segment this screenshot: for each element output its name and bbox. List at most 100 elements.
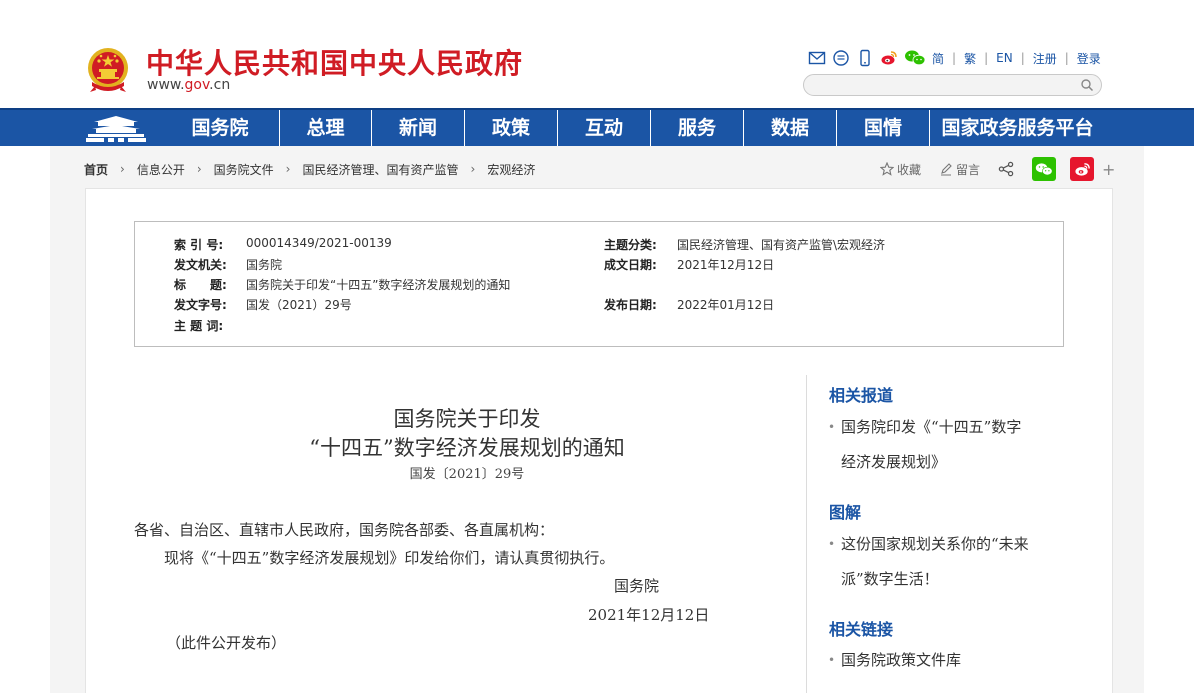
toolbar-separator: | (984, 51, 989, 65)
toolbar-separator: | (1064, 51, 1069, 65)
related-report-line2: 经济发展规划》 (841, 453, 947, 471)
breadcrumb-chevron-icon: › (285, 162, 291, 176)
register-link[interactable]: 注册 (1033, 50, 1057, 67)
article-doc-number: 国发〔2021〕29号 (409, 467, 525, 482)
nav-item-premier[interactable]: 总理 (279, 110, 371, 146)
site-title[interactable]: 中华人民共和国中央人民政府 (146, 42, 523, 82)
meta-title-value: 国务院关于印发“十四五”数字经济发展规划的通知 (246, 278, 511, 292)
site-url-gov: gov (184, 77, 210, 93)
graphic-link[interactable]: • 这份国家规划关系你的“未来 派”数字生活！ (828, 527, 1068, 597)
share-icon (998, 161, 1014, 177)
bullet-icon: • (828, 537, 836, 551)
toolbar-separator: | (952, 51, 957, 65)
meta-keywords-label: 主 题 词: (174, 319, 224, 333)
sidebar-divider (806, 375, 807, 693)
more-share-icon[interactable]: + (1102, 160, 1115, 179)
favorite-label: 收藏 (897, 162, 922, 177)
meta-index-label: 索 引 号: (174, 238, 224, 252)
bullet-icon: • (828, 420, 836, 434)
article-title-line2: “十四五”数字经济发展规划的通知 (309, 436, 625, 460)
search-box (803, 74, 1102, 96)
meta-date-written-value: 2021年12月12日 (677, 258, 775, 272)
pencil-icon (941, 163, 952, 176)
breadcrumb-chevron-icon: › (470, 162, 476, 176)
meta-issuer-label: 发文机关: (174, 258, 227, 272)
star-icon (880, 162, 894, 176)
graphic-heading: 图解 (829, 503, 862, 522)
comment-label: 留言 (956, 162, 981, 177)
top-toolbar: 简 | 繁 | EN | 注册 | 登录 (808, 48, 1101, 68)
weibo-icon[interactable] (880, 49, 898, 67)
article-signature: 国务院 (614, 577, 660, 595)
nav-item-data[interactable]: 数据 (743, 110, 836, 146)
article-title-line1: 国务院关于印发 (393, 407, 541, 431)
article-body: 现将《“十四五”数字经济发展规划》印发给你们，请认真贯彻执行。 (164, 549, 615, 567)
bullet-icon: • (828, 653, 836, 667)
wechat-icon[interactable] (904, 49, 926, 67)
document-meta-table: 索 引 号: 000014349/2021-00139 主题分类: 国民经济管理… (134, 221, 1064, 347)
mobile-icon[interactable] (856, 49, 874, 67)
breadcrumb: 首页 › 信息公开 › 国务院文件 › 国民经济管理、国有资产监管 › 宏观经济 (84, 160, 535, 178)
article-recipients: 各省、自治区、直辖市人民政府，国务院各部委、各直属机构： (134, 521, 555, 539)
related-reports-heading: 相关报道 (829, 386, 894, 405)
weibo-icon (1074, 162, 1090, 176)
breadcrumb-macro-economy[interactable]: 宏观经济 (487, 161, 535, 178)
share-button[interactable] (998, 161, 1014, 177)
lang-simplified-link[interactable]: 简 (932, 50, 944, 67)
breadcrumb-info-disclosure[interactable]: 信息公开 (137, 161, 185, 178)
favorite-button[interactable]: 收藏 (880, 161, 921, 178)
share-toolbar: 收藏 留言 + (880, 157, 1115, 181)
meta-issuer-value: 国务院 (246, 258, 283, 272)
meta-title-label: 标 题: (174, 278, 227, 292)
main-nav: 国务院 总理 新闻 政策 互动 服务 数据 国情 国家政务服务平台 (0, 108, 1194, 146)
site-url-suffix: .cn (209, 77, 231, 93)
wechat-icon (1035, 162, 1053, 175)
lang-traditional-link[interactable]: 繁 (964, 50, 976, 67)
meta-docno-label: 发文字号: (174, 298, 227, 312)
nav-item-state-council[interactable]: 国务院 (161, 110, 279, 146)
lang-english-link[interactable]: EN (996, 51, 1013, 65)
nav-item-policy[interactable]: 政策 (464, 110, 557, 146)
nav-items: 国务院 总理 新闻 政策 互动 服务 数据 国情 国家政务服务平台 (161, 110, 1105, 146)
nav-item-national-info[interactable]: 国情 (836, 110, 929, 146)
breadcrumb-home[interactable]: 首页 (84, 161, 108, 178)
search-input[interactable] (804, 76, 1074, 96)
chat-icon[interactable] (832, 49, 850, 67)
related-report-link[interactable]: • 国务院印发《“十四五”数字 经济发展规划》 (828, 410, 1068, 480)
breadcrumb-chevron-icon: › (120, 162, 125, 176)
nav-item-interaction[interactable]: 互动 (557, 110, 650, 146)
breadcrumb-chevron-icon: › (196, 162, 202, 176)
login-link[interactable]: 登录 (1077, 50, 1101, 67)
site-url[interactable]: www.gov.cn (147, 77, 230, 93)
search-icon[interactable] (1080, 78, 1094, 92)
site-url-prefix: www. (147, 77, 185, 93)
meta-pubdate-label: 发布日期: (604, 298, 657, 312)
share-weibo-button[interactable] (1070, 157, 1095, 181)
meta-index-value: 000014349/2021-00139 (246, 236, 392, 250)
breadcrumb-economy-management[interactable]: 国民经济管理、国有资产监管 (302, 161, 458, 178)
article-date: 2021年12月12日 (588, 606, 710, 624)
nav-item-services[interactable]: 服务 (650, 110, 743, 146)
meta-docno-value: 国发（2021）29号 (246, 298, 352, 312)
policy-library-label: 国务院政策文件库 (841, 651, 962, 669)
national-emblem-icon[interactable] (86, 46, 130, 94)
toolbar-separator: | (1020, 51, 1025, 65)
site-header: 中华人民共和国中央人民政府 www.gov.cn 简 | 繁 | EN | 注册… (0, 0, 1194, 108)
breadcrumb-state-council-docs[interactable]: 国务院文件 (214, 161, 274, 178)
graphic-line2: 派”数字生活！ (841, 570, 939, 588)
related-links-heading: 相关链接 (829, 620, 894, 639)
meta-pubdate-value: 2022年01月12日 (677, 298, 775, 312)
share-wechat-button[interactable] (1032, 157, 1057, 181)
comment-button[interactable]: 留言 (939, 161, 980, 178)
graphic-line1: 这份国家规划关系你的“未来 (841, 535, 1029, 553)
meta-date-written-label: 成文日期: (604, 258, 657, 272)
article-note: （此件公开发布） (166, 634, 287, 652)
mail-icon[interactable] (808, 49, 826, 67)
nav-item-news[interactable]: 新闻 (371, 110, 464, 146)
meta-topic-label: 主题分类: (604, 238, 657, 252)
related-report-line1: 国务院印发《“十四五”数字 (841, 418, 1022, 436)
nav-item-service-platform[interactable]: 国家政务服务平台 (929, 110, 1105, 146)
policy-library-link[interactable]: • 国务院政策文件库 (828, 643, 1068, 678)
meta-topic-value: 国民经济管理、国有资产监管\宏观经济 (677, 238, 886, 252)
tiananmen-icon[interactable] (84, 114, 148, 144)
